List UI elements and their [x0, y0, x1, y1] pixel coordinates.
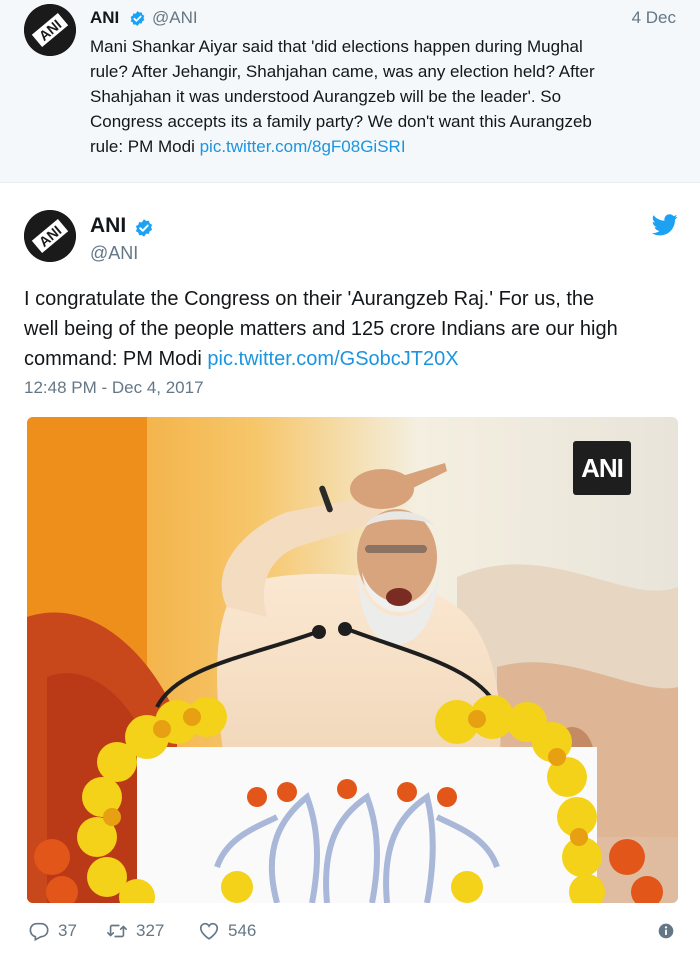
like-icon: [199, 922, 219, 940]
tweet-text: Mani Shankar Aiyar said that 'did electi…: [90, 34, 670, 159]
info-icon: [658, 923, 674, 939]
author-handle[interactable]: @ANI: [90, 243, 138, 264]
twitter-bird-icon[interactable]: [652, 214, 678, 236]
ani-avatar-logo: ANI: [24, 210, 76, 262]
info-button[interactable]: [658, 916, 674, 946]
author-handle[interactable]: @ANI: [152, 8, 198, 28]
ani-watermark: ANI: [573, 441, 631, 495]
tweet-text: I congratulate the Congress on their 'Au…: [24, 284, 684, 374]
tweet-timestamp[interactable]: 12:48 PM - Dec 4, 2017: [24, 378, 204, 398]
verified-badge-icon: [135, 219, 153, 237]
verified-badge-icon: [130, 11, 145, 26]
reply-count: 37: [58, 921, 77, 940]
avatar[interactable]: ANI: [24, 4, 76, 56]
pic-link[interactable]: pic.twitter.com/8gF08GiSRI: [200, 137, 406, 156]
like-button[interactable]: 546: [198, 916, 256, 946]
pic-link[interactable]: pic.twitter.com/GSobcJT20X: [207, 348, 458, 370]
reply-icon: [29, 922, 49, 942]
retweet-button[interactable]: 327: [106, 916, 164, 946]
author-name[interactable]: ANI: [90, 214, 126, 238]
tweet-photo[interactable]: ANI: [27, 417, 678, 903]
like-count: 546: [228, 921, 257, 940]
parent-tweet[interactable]: ANI ANI @ANI 4 Dec Mani Shankar Aiyar sa…: [0, 0, 700, 183]
retweet-count: 327: [136, 921, 165, 940]
tweet-actions: 37 327 546: [26, 916, 676, 946]
retweet-icon: [107, 924, 127, 938]
tweet-date[interactable]: 4 Dec: [632, 8, 676, 28]
reply-button[interactable]: 37: [28, 916, 77, 946]
author-name[interactable]: ANI: [90, 8, 119, 28]
ani-avatar-logo: ANI: [24, 4, 76, 56]
avatar[interactable]: ANI: [24, 210, 76, 262]
